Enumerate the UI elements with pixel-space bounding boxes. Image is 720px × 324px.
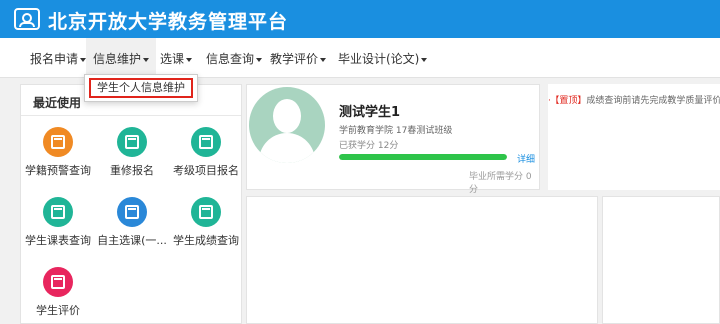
app-title: 北京开放大学教务管理平台 <box>48 11 289 33</box>
top-header: 北京开放大学教务管理平台 <box>0 0 720 38</box>
tile-label: 重修报名 <box>110 164 154 177</box>
earned-credits: 已获学分 12分 <box>339 141 399 151</box>
nav-item-registration[interactable]: 报名申请 <box>30 50 87 67</box>
caret-down-icon <box>256 57 263 62</box>
tile-label: 学生课表查询 <box>25 234 91 247</box>
bullet-icon: · <box>548 96 551 106</box>
recent-panel-title: 最近使用 <box>33 96 82 110</box>
credits-progress-bar <box>339 154 507 160</box>
avatar <box>249 87 325 163</box>
main-nav: 报名申请 信息维护 选课 信息查询 教学评价 毕业设计(论文) <box>0 38 720 78</box>
content-panel-left <box>246 196 598 324</box>
student-class: 学前教育学院 17春测试班级 <box>339 126 453 136</box>
notice-item[interactable]: · 【置顶】成绩查询前请先完成教学质量评价 <box>548 93 720 106</box>
nav-item-info-maintenance[interactable]: 信息维护 <box>86 38 157 78</box>
tile-student-evaluation[interactable]: 学生评价 <box>21 267 95 318</box>
exam-person-icon <box>191 127 221 157</box>
nav-item-info-query[interactable]: 信息查询 <box>206 50 263 67</box>
student-profile-card: 测试学生1 学前教育学院 17春测试班级 已获学分 12分 详细 毕业所需学分 … <box>246 84 540 195</box>
tile-retake-registration[interactable]: 重修报名 <box>95 127 169 178</box>
nav-item-teaching-evaluation[interactable]: 教学评价 <box>270 50 327 67</box>
divider <box>21 115 241 116</box>
nav-item-label: 教学评价 <box>270 52 319 66</box>
book-icon <box>117 127 147 157</box>
menu-item-student-info[interactable]: 学生个人信息维护 <box>89 78 193 98</box>
pinned-tag: 【置顶】 <box>554 96 587 106</box>
grid-icon <box>191 197 221 227</box>
nav-item-label: 毕业设计(论文) <box>338 52 420 66</box>
warning-pencil-icon <box>43 127 73 157</box>
tile-label: 学生评价 <box>36 304 80 317</box>
tile-label: 考级项目报名 <box>173 164 239 177</box>
tile-self-course-selection[interactable]: 自主选课(一... <box>95 197 169 248</box>
tile-enrollment-warning[interactable]: 学籍预警查询 <box>21 127 95 178</box>
nav-item-label: 信息查询 <box>206 52 255 66</box>
tile-timetable-query[interactable]: 学生课表查询 <box>21 197 95 248</box>
window-icon <box>117 197 147 227</box>
notice-text: 成绩查询前请先完成教学质量评价 <box>586 96 720 106</box>
evaluation-icon <box>43 267 73 297</box>
notice-panel: · 【置顶】成绩查询前请先完成教学质量评价 <box>548 84 720 190</box>
caret-down-icon <box>421 57 428 62</box>
tile-label: 学籍预警查询 <box>25 164 91 177</box>
tile-label: 自主选课(一... <box>97 234 167 247</box>
tile-grade-query[interactable]: 学生成绩查询 <box>169 197 243 248</box>
nav-item-course-selection[interactable]: 选课 <box>160 50 193 67</box>
timetable-icon <box>43 197 73 227</box>
content-panel-right <box>602 196 720 324</box>
nav-item-label: 信息维护 <box>93 52 142 66</box>
nav-item-label: 报名申请 <box>30 52 79 66</box>
recent-panel: 最近使用 学籍预警查询 重修报名 考级项目报名 学生课表查询 自主选课(一...… <box>20 84 242 324</box>
caret-down-icon <box>320 57 327 62</box>
monitor-user-icon <box>14 8 40 30</box>
nav-item-graduation-design[interactable]: 毕业设计(论文) <box>338 50 428 67</box>
student-name: 测试学生1 <box>339 105 401 120</box>
detail-link[interactable]: 详细 <box>517 152 535 165</box>
caret-down-icon <box>186 57 193 62</box>
info-maintenance-dropdown: 学生个人信息维护 <box>84 74 198 102</box>
required-credits: 毕业所需学分 0分 <box>469 172 532 195</box>
nav-item-label: 选课 <box>160 52 185 66</box>
caret-down-icon <box>143 57 150 62</box>
tile-label: 学生成绩查询 <box>173 234 239 247</box>
tile-exam-registration[interactable]: 考级项目报名 <box>169 127 243 178</box>
